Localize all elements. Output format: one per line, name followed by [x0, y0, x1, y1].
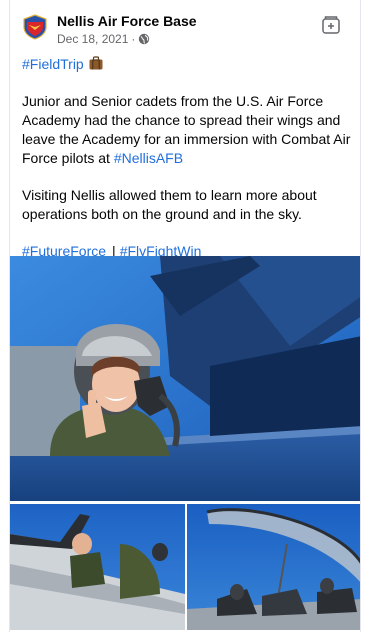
meta-separator: ·: [131, 32, 136, 46]
paragraph-1-text: Junior and Senior cadets from the U.S. A…: [22, 93, 351, 166]
cockpit-photo: [10, 256, 360, 501]
hashtag-fieldtrip-link[interactable]: #FieldTrip: [22, 56, 84, 72]
post-card: Nellis Air Force Base Dec 18, 2021 · #Fi…: [9, 0, 361, 632]
photo-cadet-cockpit[interactable]: [10, 256, 360, 501]
save-post-button[interactable]: [320, 14, 342, 36]
page-name[interactable]: Nellis Air Force Base: [57, 13, 197, 29]
canopy-photo: [187, 504, 360, 630]
page-avatar[interactable]: [22, 14, 48, 40]
hashtag-nellis-link[interactable]: #NellisAFB: [114, 150, 183, 166]
post-meta: Dec 18, 2021 ·: [57, 32, 150, 46]
save-post-icon: [322, 16, 340, 34]
air-force-shield-icon: [23, 14, 47, 40]
post-body: #FieldTrip Junior and Senior cadets from…: [22, 55, 354, 279]
post-header: Nellis Air Force Base Dec 18, 2021 ·: [22, 10, 350, 50]
jet-side-photo: [10, 504, 185, 630]
globe-icon: [139, 33, 150, 45]
photo-open-canopy[interactable]: [187, 504, 360, 630]
photo-cadet-climbing-jet[interactable]: [10, 504, 185, 630]
post-date[interactable]: Dec 18, 2021: [57, 32, 128, 46]
paragraph-2: Visiting Nellis allowed them to learn mo…: [22, 187, 317, 222]
hashtag-line: #FieldTrip: [22, 55, 354, 74]
luggage-icon: [89, 56, 103, 70]
paragraph-1: Junior and Senior cadets from the U.S. A…: [22, 92, 354, 168]
